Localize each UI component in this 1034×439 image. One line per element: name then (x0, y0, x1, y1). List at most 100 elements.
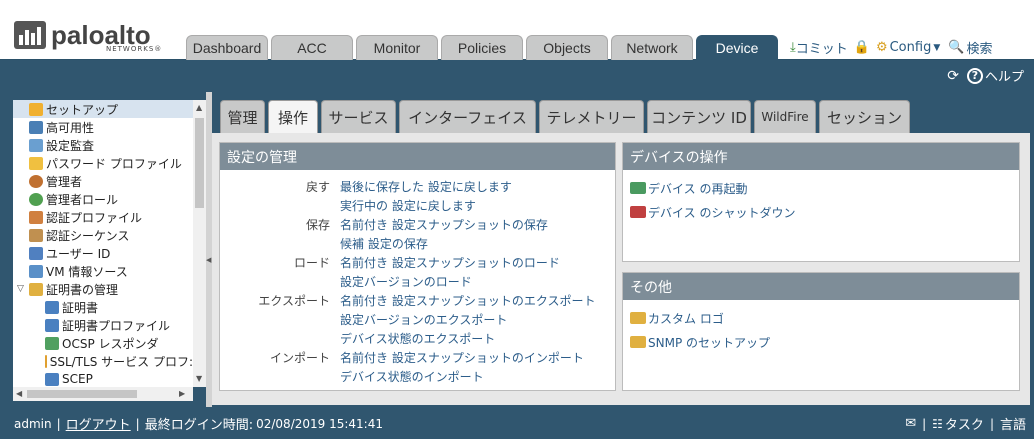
lock-icon (45, 354, 47, 368)
tab-device[interactable]: Device (696, 35, 778, 60)
main-tabs: Dashboard ACC Monitor Policies Objects N… (186, 35, 781, 60)
load-named-snapshot-link[interactable]: 名前付き 設定スナップショットのロード (340, 254, 560, 271)
logout-link[interactable]: ログアウト (66, 414, 131, 433)
custom-logo-link[interactable]: カスタム ロゴ (630, 306, 1019, 330)
subtab-content-id[interactable]: コンテンツ ID (647, 100, 751, 133)
row-label-export: エクスポート (258, 294, 330, 308)
ha-icon (29, 120, 43, 134)
status-footer: admin | ログアウト | 最終ログイン時間: 02/08/2019 15:… (0, 407, 1034, 439)
refresh-icon[interactable]: ⟳ (947, 68, 959, 84)
scroll-left-icon[interactable]: ◀ (16, 389, 22, 398)
tab-objects[interactable]: Objects (526, 35, 608, 60)
tree-vertical-scrollbar[interactable]: ▲ ▼ (193, 100, 206, 387)
tree-item-admins[interactable]: 管理者 (13, 172, 193, 190)
scep-icon (45, 372, 59, 386)
key-icon (29, 156, 43, 170)
export-named-snapshot-link[interactable]: 名前付き 設定スナップショットのエクスポート (340, 292, 595, 309)
tree-item-cert-profile[interactable]: 証明書プロファイル (13, 316, 193, 334)
last-login-label: 最終ログイン時間: (144, 418, 254, 433)
shutdown-device-link[interactable]: デバイス のシャットダウン (630, 200, 1019, 224)
help-link[interactable]: ヘルプ (985, 66, 1024, 85)
tasks-icon[interactable]: ☷ (932, 417, 943, 431)
auth-profile-icon (29, 210, 43, 224)
save-candidate-link[interactable]: 候補 設定の保存 (340, 235, 428, 252)
reboot-device-link[interactable]: デバイス の再起動 (630, 176, 1019, 200)
auth-sequence-icon (29, 228, 43, 242)
tree-item-ocsp[interactable]: OCSP レスポンダ (13, 334, 193, 352)
subtab-telemetry[interactable]: テレメトリー (539, 100, 644, 133)
setup-icon (29, 102, 43, 116)
subtab-wildfire[interactable]: WildFire (754, 100, 816, 133)
tab-dashboard[interactable]: Dashboard (186, 35, 268, 60)
collapse-icon[interactable]: ▽ (17, 284, 29, 294)
load-config-version-link[interactable]: 設定バージョンのロード (340, 273, 472, 290)
shutdown-icon (630, 206, 646, 218)
tree-horizontal-scrollbar[interactable]: ◀ ▶ (13, 387, 193, 401)
tab-monitor[interactable]: Monitor (356, 35, 438, 60)
mail-icon[interactable]: ✉ (905, 416, 916, 431)
subtab-services[interactable]: サービス (321, 100, 396, 133)
tree-item-user-id[interactable]: ユーザー ID (13, 244, 193, 262)
commit-button[interactable]: コミット (796, 38, 848, 57)
tree-item-scep[interactable]: SCEP (13, 370, 193, 387)
audit-icon (29, 138, 43, 152)
tree-item-password-profile[interactable]: パスワード プロファイル (13, 154, 193, 172)
help-area: ⟳ ? ヘルプ (947, 66, 1024, 85)
top-right-actions: ⤓ コミット 🔒 ⚙ Config ▼ 🔍 検索 (790, 38, 992, 57)
tab-network[interactable]: Network (611, 35, 693, 60)
snmp-icon (630, 336, 646, 348)
tree-item-admin-roles[interactable]: 管理者ロール (13, 190, 193, 208)
scroll-up-icon[interactable]: ▲ (196, 103, 202, 112)
revert-running-link[interactable]: 実行中の 設定に戻します (340, 197, 476, 214)
toolbar-band: ⟳ ? ヘルプ (0, 60, 1034, 92)
subtab-session[interactable]: セッション (819, 100, 910, 133)
help-icon[interactable]: ? (966, 67, 983, 84)
scroll-right-icon[interactable]: ▶ (179, 389, 185, 398)
search-icon[interactable]: 🔍 (948, 40, 964, 55)
collapse-left-icon[interactable]: ◀ (206, 256, 211, 264)
language-button[interactable]: 言語 (1000, 414, 1026, 433)
config-icon[interactable]: ⚙ (876, 40, 888, 55)
lock-icon[interactable]: 🔒 (854, 40, 870, 55)
role-icon (29, 192, 43, 206)
certificate-icon (45, 300, 59, 314)
tasks-button[interactable]: タスク (945, 414, 984, 433)
tree-item-auth-sequence[interactable]: 認証シーケンス (13, 226, 193, 244)
sub-tabs: 管理 操作 サービス インターフェイス テレメトリー コンテンツ ID Wild… (220, 100, 913, 133)
export-config-version-link[interactable]: 設定バージョンのエクスポート (340, 311, 507, 328)
tab-acc[interactable]: ACC (271, 35, 353, 60)
scroll-down-icon[interactable]: ▼ (196, 374, 202, 383)
tree-item-vm-info[interactable]: VM 情報ソース (13, 262, 193, 280)
device-ops-panel: デバイスの操作 デバイス の再起動 デバイス のシャットダウン (622, 142, 1020, 262)
operations-pane: 設定の管理 戻す 最後に保存した 設定に戻します 実行中の 設定に戻します 保存名… (212, 133, 1030, 405)
config-mgmt-title: 設定の管理 (220, 143, 615, 170)
tree-item-cert-mgmt[interactable]: ▽ 証明書の管理 (13, 280, 193, 298)
search-button[interactable]: 検索 (966, 38, 992, 57)
row-label-load: ロード (293, 256, 330, 270)
export-device-state-link[interactable]: デバイス状態のエクスポート (340, 330, 495, 347)
subtab-interfaces[interactable]: インターフェイス (399, 100, 536, 133)
tree-item-setup[interactable]: セットアップ (13, 100, 193, 118)
tree-item-certificates[interactable]: 証明書 (13, 298, 193, 316)
tab-policies[interactable]: Policies (441, 35, 523, 60)
config-menu[interactable]: Config (890, 40, 932, 55)
save-named-snapshot-link[interactable]: 名前付き 設定スナップショットの保存 (340, 216, 548, 233)
chevron-down-icon[interactable]: ▼ (933, 43, 940, 53)
subtab-operations[interactable]: 操作 (268, 100, 318, 133)
username: admin (14, 416, 52, 431)
tree-item-ssl-tls[interactable]: SSL/TLS サービス プロフ: (13, 352, 193, 370)
config-mgmt-panel: 設定の管理 戻す 最後に保存した 設定に戻します 実行中の 設定に戻します 保存名… (219, 142, 616, 391)
cert-folder-icon (29, 282, 43, 296)
revert-last-saved-link[interactable]: 最後に保存した 設定に戻します (340, 178, 512, 195)
import-device-state-link[interactable]: デバイス状態のインポート (340, 368, 484, 385)
tree-item-auth-profile[interactable]: 認証プロファイル (13, 208, 193, 226)
scroll-thumb[interactable] (195, 118, 204, 208)
tree-item-config-audit[interactable]: 設定監査 (13, 136, 193, 154)
brand-logo: paloalto NETWORKS® (14, 18, 161, 53)
subtab-management[interactable]: 管理 (220, 100, 265, 133)
import-named-snapshot-link[interactable]: 名前付き 設定スナップショットのインポート (340, 349, 584, 366)
tree-item-ha[interactable]: 高可用性 (13, 118, 193, 136)
misc-panel: その他 カスタム ロゴ SNMP のセットアップ (622, 272, 1020, 391)
scroll-thumb-h[interactable] (27, 390, 137, 398)
snmp-setup-link[interactable]: SNMP のセットアップ (630, 330, 1019, 354)
